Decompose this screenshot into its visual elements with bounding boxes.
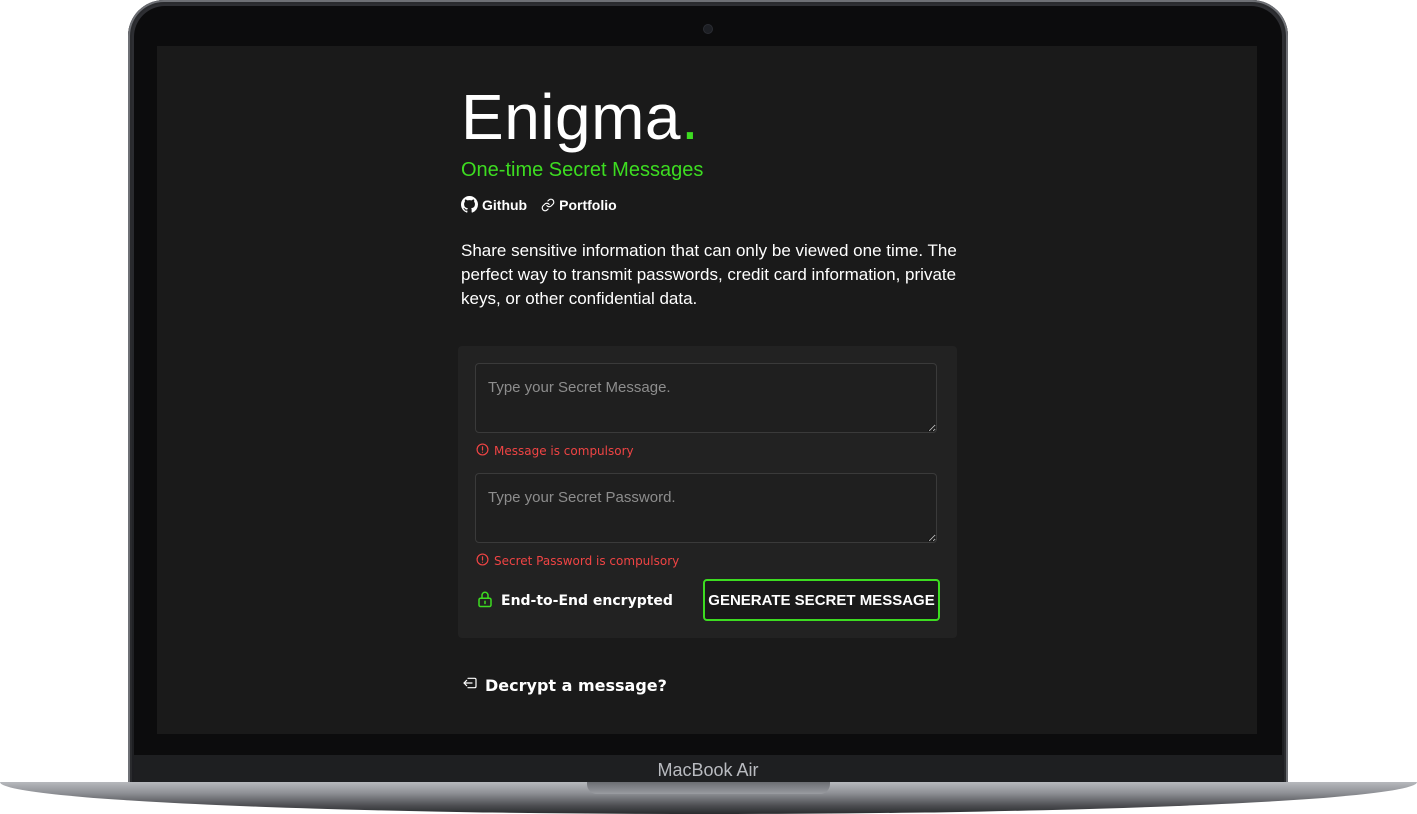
link-icon (541, 198, 555, 212)
secret-form-card: Message is compulsory Secret Password is… (458, 346, 957, 638)
alert-circle-icon (476, 443, 489, 459)
device-label: MacBook Air (657, 760, 759, 780)
message-error: Message is compulsory (476, 443, 634, 459)
lock-icon (476, 589, 494, 613)
app-title-dot: . (681, 81, 700, 153)
app-description: Share sensitive information that can onl… (461, 241, 957, 308)
header-links: Github Portfolio (461, 196, 617, 213)
encryption-label: End-to-End encrypted (501, 593, 673, 609)
app-logo: Enigma. (461, 80, 699, 154)
portfolio-link-label: Portfolio (559, 196, 617, 213)
secret-password-input[interactable] (475, 473, 937, 543)
github-icon (461, 196, 478, 213)
secret-message-input[interactable] (475, 363, 937, 433)
sign-in-icon (461, 675, 479, 695)
github-link-label: Github (482, 196, 528, 213)
laptop-chin: MacBook Air (134, 755, 1282, 784)
decrypt-message-label: Decrypt a message? (485, 675, 667, 695)
password-error: Secret Password is compulsory (476, 553, 679, 569)
encryption-notice: End-to-End encrypted (476, 589, 673, 613)
password-error-text: Secret Password is compulsory (494, 554, 680, 568)
laptop-base-notch (587, 782, 830, 794)
alert-circle-icon (476, 553, 489, 569)
generate-secret-message-button[interactable]: GENERATE SECRET MESSAGE (703, 579, 940, 621)
message-error-text: Message is compulsory (494, 444, 634, 458)
github-link[interactable]: Github (461, 196, 527, 213)
app-subtitle: One-time Secret Messages (461, 159, 704, 181)
app-screen: Enigma. One-time Secret Messages Github … (157, 46, 1257, 734)
camera-icon (704, 25, 712, 33)
portfolio-link[interactable]: Portfolio (541, 197, 617, 213)
app-title: Enigma (461, 81, 681, 153)
decrypt-message-link[interactable]: Decrypt a message? (461, 675, 667, 695)
